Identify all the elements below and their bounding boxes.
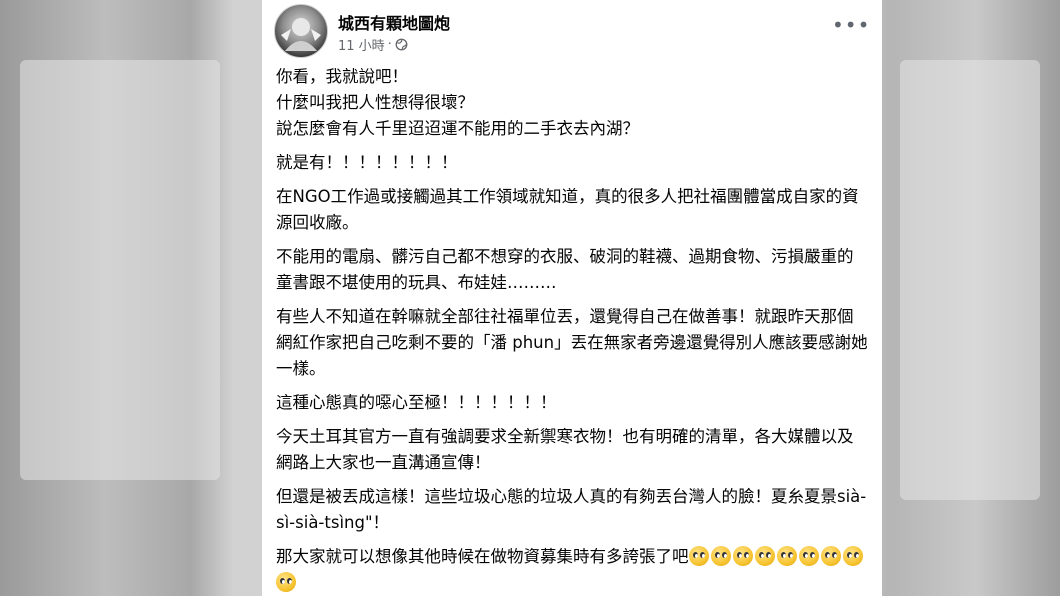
post-card: 城西有顆地圖炮 11 小時 · ••• 你看，我就說吧！ 什麼叫我把人性想得很壞…	[262, 0, 882, 596]
post-header: 城西有顆地圖炮 11 小時 · •••	[274, 4, 870, 58]
rolling-eyes-icon	[820, 546, 841, 566]
avatar-image	[281, 18, 321, 51]
rolling-eyes-icon	[842, 546, 863, 566]
globe-icon	[395, 38, 408, 51]
rolling-eyes-icon	[276, 572, 296, 592]
post-paragraph-4: 不能用的電扇、髒污自己都不想穿的衣服、破洞的鞋襪、過期食物、污損嚴重的童書跟不堪…	[276, 247, 854, 292]
post-paragraph-2: 就是有！！！！！！！！	[276, 153, 458, 172]
meta-separator: ·	[387, 37, 392, 52]
post-paragraph-7: 今天土耳其官方一直有強調要求全新禦寒衣物！也有明確的清單，各大媒體以及網路上大家…	[276, 427, 854, 472]
rolling-eyes-icon	[798, 546, 819, 566]
blurred-background-right	[900, 60, 1040, 500]
post-time[interactable]: 11 小時	[338, 35, 385, 54]
post-paragraph-3: 在NGO工作過或接觸過其工作領域就知道，真的很多人把社福團體當成自家的資源回收廠…	[276, 187, 859, 232]
avatar[interactable]	[274, 4, 328, 58]
more-options-button[interactable]: •••	[832, 15, 869, 38]
rolling-eyes-icon	[710, 546, 731, 566]
post-paragraph-1: 你看，我就說吧！ 什麼叫我把人性想得很壞？ 說怎麼會有人千里迢迢運不能用的二手衣…	[276, 67, 639, 138]
rolling-eyes-icon	[754, 546, 775, 566]
blurred-background-left	[20, 60, 220, 480]
post-meta: 11 小時 ·	[338, 35, 408, 54]
post-paragraph-6: 這種心態真的噁心至極！！！！！！！	[276, 393, 557, 412]
rolling-eyes-icon	[732, 546, 753, 566]
post-body: 你看，我就說吧！ 什麼叫我把人性想得很壞？ 說怎麼會有人千里迢迢運不能用的二手衣…	[276, 64, 868, 596]
post-paragraph-9: 那大家就可以想像其他時候在做物資募集時有多誇張了吧	[276, 544, 868, 596]
rolling-eyes-icon	[688, 546, 709, 566]
post-paragraph-5: 有些人不知道在幹嘛就全部往社福單位丟，還覺得自己在做善事！就跟昨天那個網紅作家把…	[276, 307, 868, 378]
rolling-eyes-icon	[776, 546, 797, 566]
author-name[interactable]: 城西有顆地圖炮	[338, 10, 450, 34]
post-paragraph-9-text: 那大家就可以想像其他時候在做物資募集時有多誇張了吧	[276, 547, 689, 566]
post-paragraph-8: 但還是被丟成這樣！這些垃圾心態的垃圾人真的有夠丟台灣人的臉！夏糸夏景sià-sì…	[276, 487, 867, 532]
